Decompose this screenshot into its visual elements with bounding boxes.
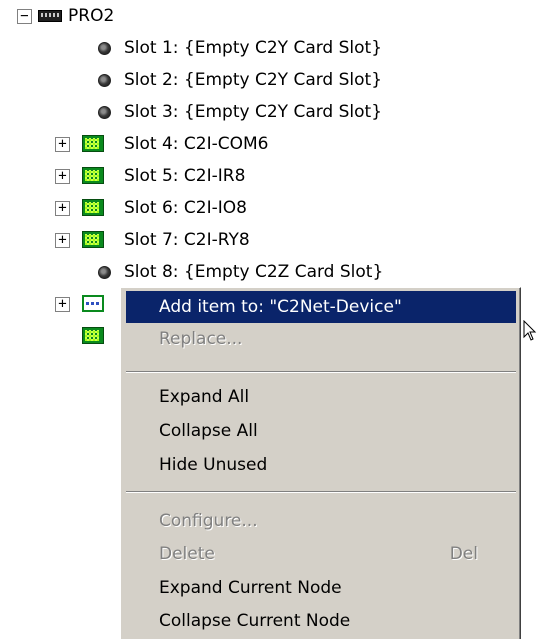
tree-node-slot-6[interactable]: + Slot 6: C2I-IO8: [0, 192, 420, 224]
card-icon: [82, 199, 104, 216]
expand-toggle[interactable]: +: [55, 137, 70, 152]
menu-item-delete[interactable]: Delete Del: [126, 538, 516, 570]
tree-node-label: Slot 4: C2I-COM6: [124, 134, 269, 154]
card-icon: [82, 135, 104, 152]
menu-item-expand-current-node[interactable]: Expand Current Node: [126, 572, 516, 604]
menu-item-label: Delete: [159, 544, 215, 564]
menu-item-configure[interactable]: Configure...: [126, 505, 516, 537]
empty-slot-icon: [98, 266, 111, 279]
network-device-icon: [82, 295, 104, 312]
mouse-pointer-icon: [523, 320, 537, 341]
empty-slot-icon: [98, 42, 111, 55]
expand-toggle[interactable]: +: [55, 233, 70, 248]
menu-separator: [126, 491, 516, 493]
expand-toggle[interactable]: +: [55, 297, 70, 312]
tree-node-label: PRO2: [68, 6, 115, 26]
tree-node-c2net-device[interactable]: +: [0, 288, 120, 320]
menu-item-collapse-all[interactable]: Collapse All: [126, 415, 516, 447]
menu-item-collapse-current-node[interactable]: Collapse Current Node: [126, 605, 516, 637]
empty-slot-icon: [98, 74, 111, 87]
menu-item-shortcut: Del: [449, 544, 478, 564]
tree-node-slot-1[interactable]: Slot 1: {Empty C2Y Card Slot}: [0, 32, 420, 64]
context-menu: Add item to: "C2Net-Device" Replace... E…: [120, 287, 521, 639]
tree-node-slot-4[interactable]: + Slot 4: C2I-COM6: [0, 128, 420, 160]
tree-node-slot-5[interactable]: + Slot 5: C2I-IR8: [0, 160, 420, 192]
tree-node-slot-8[interactable]: Slot 8: {Empty C2Z Card Slot}: [0, 256, 420, 288]
card-icon: [82, 327, 104, 344]
tree-node-label: Slot 6: C2I-IO8: [124, 198, 247, 218]
tree-node-slot-7[interactable]: + Slot 7: C2I-RY8: [0, 224, 420, 256]
tree-node-slot-3[interactable]: Slot 3: {Empty C2Y Card Slot}: [0, 96, 420, 128]
tree-node-label: Slot 2: {Empty C2Y Card Slot}: [124, 70, 383, 90]
tree-node-label: Slot 8: {Empty C2Z Card Slot}: [124, 262, 384, 282]
tree-node-card[interactable]: [0, 320, 120, 352]
tree-node-label: Slot 7: C2I-RY8: [124, 230, 250, 250]
empty-slot-icon: [98, 106, 111, 119]
menu-item-replace[interactable]: Replace...: [126, 323, 516, 355]
tree-node-slot-2[interactable]: Slot 2: {Empty C2Y Card Slot}: [0, 64, 420, 96]
expand-toggle[interactable]: +: [55, 169, 70, 184]
menu-item-expand-all[interactable]: Expand All: [126, 381, 516, 413]
tree-node-label: Slot 5: C2I-IR8: [124, 166, 246, 186]
tree-node-label: Slot 3: {Empty C2Y Card Slot}: [124, 102, 383, 122]
menu-item-add-item[interactable]: Add item to: "C2Net-Device": [126, 291, 516, 323]
chassis-icon: [38, 10, 62, 22]
menu-separator: [126, 371, 516, 373]
menu-item-hide-unused[interactable]: Hide Unused: [126, 449, 516, 481]
tree-node-label: Slot 1: {Empty C2Y Card Slot}: [124, 38, 383, 58]
card-icon: [82, 167, 104, 184]
collapse-toggle[interactable]: −: [17, 9, 32, 24]
expand-toggle[interactable]: +: [55, 201, 70, 216]
card-icon: [82, 231, 104, 248]
tree-node-pro2[interactable]: − PRO2: [0, 0, 300, 32]
